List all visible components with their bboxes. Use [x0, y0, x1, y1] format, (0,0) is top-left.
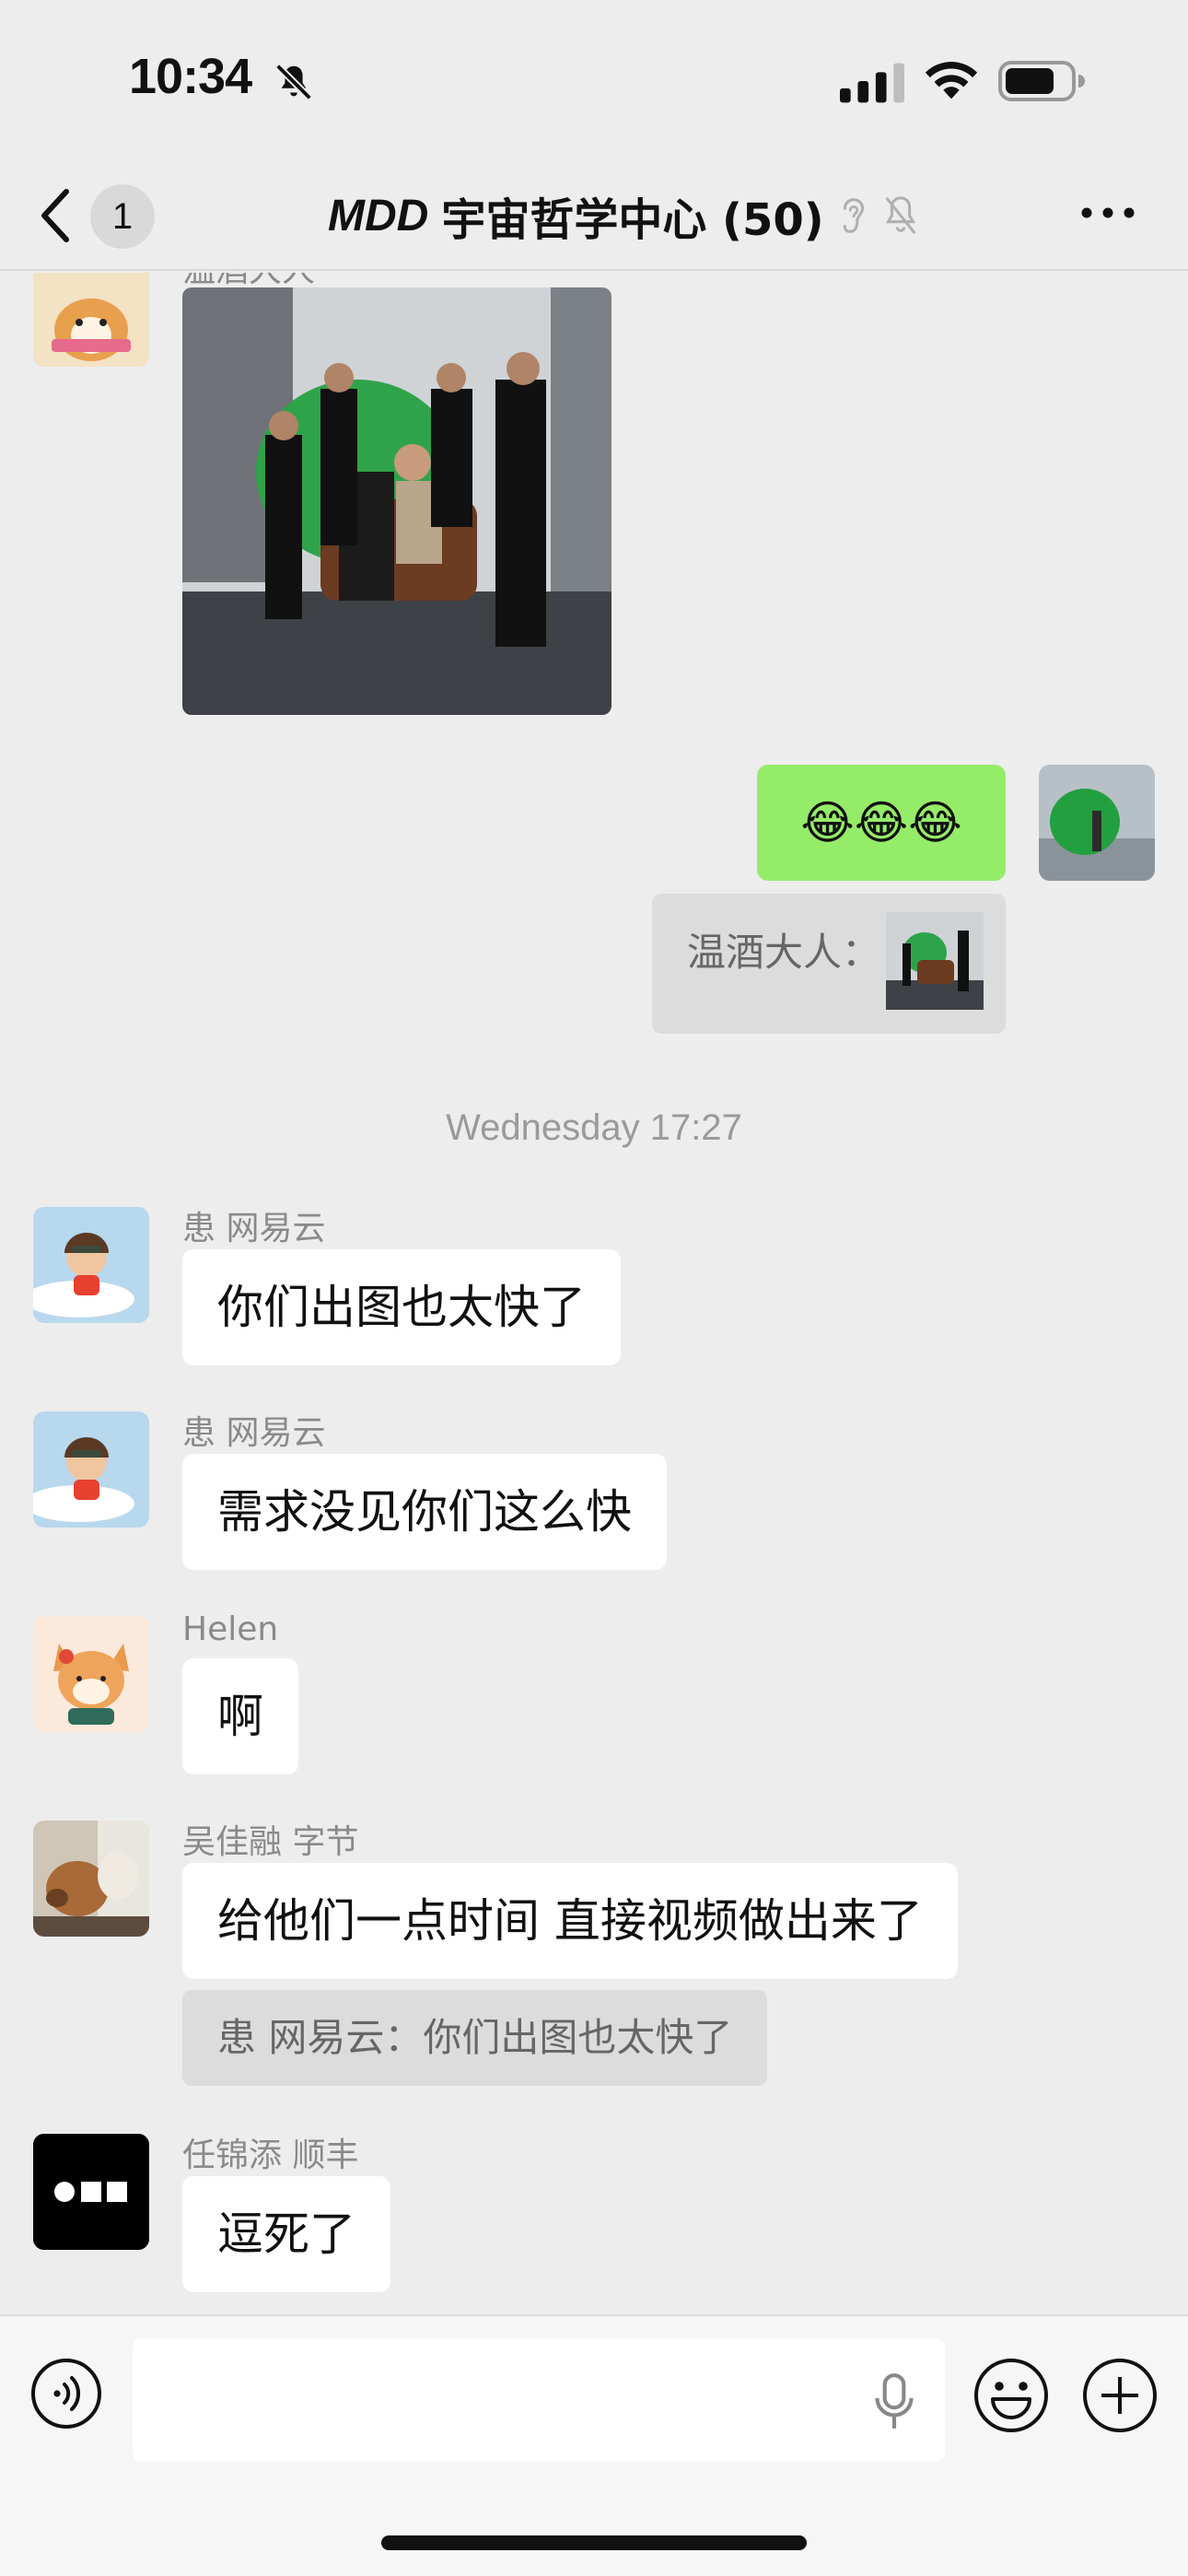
- avatar[interactable]: [33, 1207, 149, 1323]
- chat-title: 宇宙哲学中心 (50): [441, 194, 824, 246]
- message-bubble-self[interactable]: 😂😂😂: [757, 765, 1006, 881]
- fox-avatar-image: [33, 1616, 149, 1732]
- home-indicator: [381, 2535, 807, 2550]
- pilot-avatar-image: [33, 1207, 149, 1323]
- message-bubble[interactable]: 你们出图也太快了: [182, 1249, 621, 1365]
- photo-image: [182, 287, 611, 715]
- avatar[interactable]: [33, 1821, 149, 1937]
- sender-name: 患 网易云: [182, 1210, 326, 1247]
- emoji-icon[interactable]: [973, 2357, 1050, 2434]
- message-bubble[interactable]: 需求没见你们这么快: [182, 1454, 667, 1570]
- quoted-reply[interactable]: 患 网易云：你们出图也太快了: [182, 1990, 768, 2086]
- shiba-avatar-image: [33, 273, 149, 367]
- wifi-icon: [925, 62, 978, 100]
- chevron-left-icon: [41, 189, 69, 242]
- dots-avatar-image: [33, 2134, 149, 2250]
- message-bubble[interactable]: 给他们一点时间 直接视频做出来了: [182, 1863, 958, 1979]
- status-bar: 10:34: [0, 0, 1188, 157]
- chat-title-group[interactable]: MDD 宇宙哲学中心 (50): [328, 184, 922, 247]
- unread-count-badge: 1: [90, 184, 155, 249]
- avatar[interactable]: [33, 2134, 149, 2250]
- avatar[interactable]: [33, 1616, 149, 1732]
- microphone-icon[interactable]: [871, 2371, 917, 2432]
- avatar[interactable]: [33, 1411, 149, 1528]
- dog-avatar-image: [33, 1821, 149, 1937]
- image-message[interactable]: [182, 287, 611, 715]
- message-list[interactable]: 温酒大人: [0, 273, 1188, 2314]
- signal-icon: [840, 63, 904, 103]
- chat-title-prefix: MDD: [328, 191, 429, 240]
- bell-slash-icon: [275, 64, 312, 100]
- message-bubble[interactable]: 逗死了: [182, 2176, 390, 2292]
- sender-name: Helen: [182, 1610, 279, 1648]
- self-avatar-image: [1039, 765, 1155, 881]
- sender-name: 任锦添 顺丰: [182, 2137, 359, 2174]
- ear-icon: [843, 198, 864, 233]
- pilot-avatar-image: [33, 1411, 149, 1528]
- more-icon[interactable]: [1076, 190, 1140, 236]
- voice-icon[interactable]: [29, 2357, 103, 2430]
- nav-bar: 1 MDD 宇宙哲学中心 (50): [0, 157, 1188, 271]
- quote-thumbnail-image: [886, 912, 984, 1010]
- quote-author: 温酒大人：: [687, 930, 881, 975]
- timestamp: Wednesday 17:27: [446, 1107, 742, 1148]
- back-button[interactable]: 1: [37, 181, 157, 251]
- battery-icon: [998, 61, 1085, 101]
- message-bubble[interactable]: 啊: [182, 1658, 298, 1774]
- quoted-reply[interactable]: 温酒大人：: [652, 894, 1006, 1034]
- sender-name: 吴佳融 字节: [182, 1823, 359, 1861]
- status-time: 10:34: [129, 49, 252, 104]
- avatar[interactable]: [33, 273, 149, 367]
- message-input[interactable]: [133, 2338, 945, 2462]
- bell-slash-icon: [885, 196, 916, 235]
- sender-name: 患 网易云: [182, 1414, 326, 1452]
- avatar-self[interactable]: [1039, 765, 1155, 881]
- plus-icon[interactable]: [1081, 2357, 1159, 2434]
